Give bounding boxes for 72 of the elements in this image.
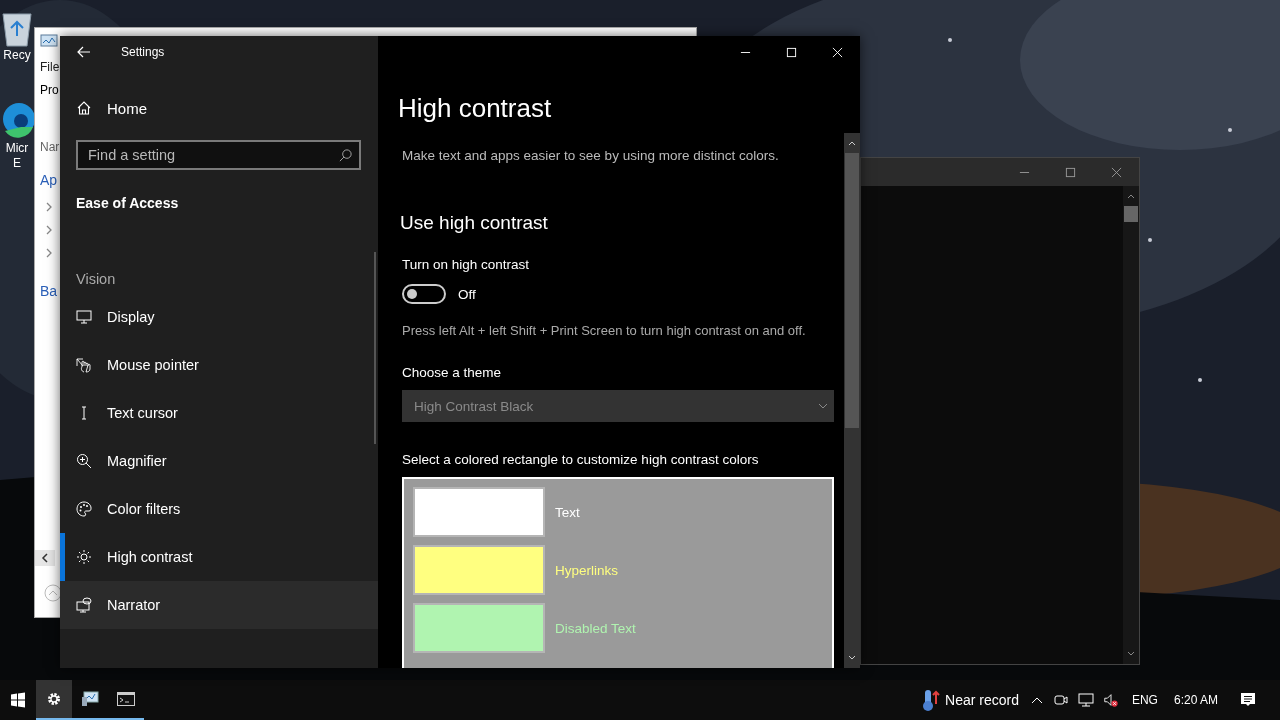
language-indicator[interactable]: ENG [1131,693,1158,707]
link-text[interactable]: Ba [40,282,58,300]
terminal-icon[interactable] [117,691,135,707]
scroll-down-icon[interactable] [1126,650,1136,658]
scroll-down-icon[interactable] [847,654,857,662]
nav-item[interactable]: Narrator [60,581,378,629]
toggle-state: Off [458,286,476,302]
scrollbar-thumb[interactable] [845,153,859,428]
color-label: Text [555,504,580,520]
search-icon[interactable] [338,148,353,163]
page-heading: High contrast [398,92,552,125]
monitor-icon[interactable] [81,691,99,707]
chevron-left-icon[interactable] [41,553,49,563]
theme-label: Choose a theme [402,364,502,382]
scroll-up-icon[interactable] [847,139,857,147]
nav-item[interactable]: Mouse pointer [60,341,378,389]
desktop-icon-label[interactable]: Micr [5,141,29,156]
camera-icon[interactable] [1052,692,1069,708]
home-icon[interactable] [76,100,92,116]
chevron-up-icon[interactable] [1030,696,1043,704]
nav-item[interactable]: Display [60,293,378,341]
back-arrow-icon[interactable] [76,44,92,60]
toggle-label: Turn on high contrast [402,256,530,274]
ribbon-text[interactable]: Pro [40,83,59,97]
column-header[interactable]: Nar [40,140,60,154]
window-title: Settings [121,45,165,59]
menu-text[interactable]: File [40,60,60,74]
chevron-icon[interactable] [45,225,53,235]
color-label: Disabled Text [555,620,636,636]
weather-text[interactable]: Near record [945,692,1019,708]
desktop-icon-label[interactable]: Recy [3,48,31,63]
color-swatch[interactable] [413,603,545,653]
shortcut-hint: Press left Alt + left Shift + Print Screen to turn high contrast on and off. [402,322,807,340]
scroll-up-icon[interactable] [1126,192,1136,200]
network-icon[interactable] [1077,692,1094,708]
nav-item[interactable]: Text cursor [60,389,378,437]
notification-icon[interactable] [1240,692,1256,708]
chevron-icon[interactable] [45,248,53,258]
nav-item[interactable]: Magnifier [60,437,378,485]
color-swatch[interactable] [413,545,545,595]
home-link[interactable]: Home [107,99,147,117]
desktop-icon-label[interactable]: E [13,156,21,171]
group-header[interactable]: Ap [40,171,58,189]
magnifier-icon [76,453,92,469]
taskbar-app[interactable] [36,680,72,720]
gear-icon[interactable] [46,691,62,707]
scrollbar[interactable] [844,133,860,668]
section-heading: Use high contrast [400,211,548,235]
scroll-left-button[interactable] [35,550,55,566]
scrollbar[interactable] [1123,186,1139,664]
palette-icon [76,501,92,517]
colors-label: Select a colored rectangle to customize high contrast colors [402,451,759,469]
toggle-switch[interactable] [402,284,446,304]
hand-pointer-icon [76,357,92,373]
monitor-speech-icon [76,597,92,613]
page-description: Make text and apps easier to see by using more distinct colors. [402,147,779,165]
chevron-icon[interactable] [45,202,53,212]
volume-icon[interactable] [1102,692,1119,708]
nav-item[interactable]: Color filters [60,485,378,533]
browser-icon[interactable] [0,101,35,141]
color-label: Hyperlinks [555,562,619,578]
start-icon[interactable] [10,692,26,708]
scrollbar-thumb[interactable] [1124,206,1138,222]
section-heading: Ease of Access [76,194,180,212]
thermometer-icon[interactable] [921,688,942,712]
color-swatch[interactable] [413,487,545,537]
monitor-icon [40,34,58,50]
clock[interactable]: 6:20 AM [1173,693,1218,707]
search-field[interactable]: Find a setting [76,140,361,170]
monitor-icon [76,309,92,325]
sun-icon [76,549,92,565]
group-heading: Vision [76,270,117,288]
